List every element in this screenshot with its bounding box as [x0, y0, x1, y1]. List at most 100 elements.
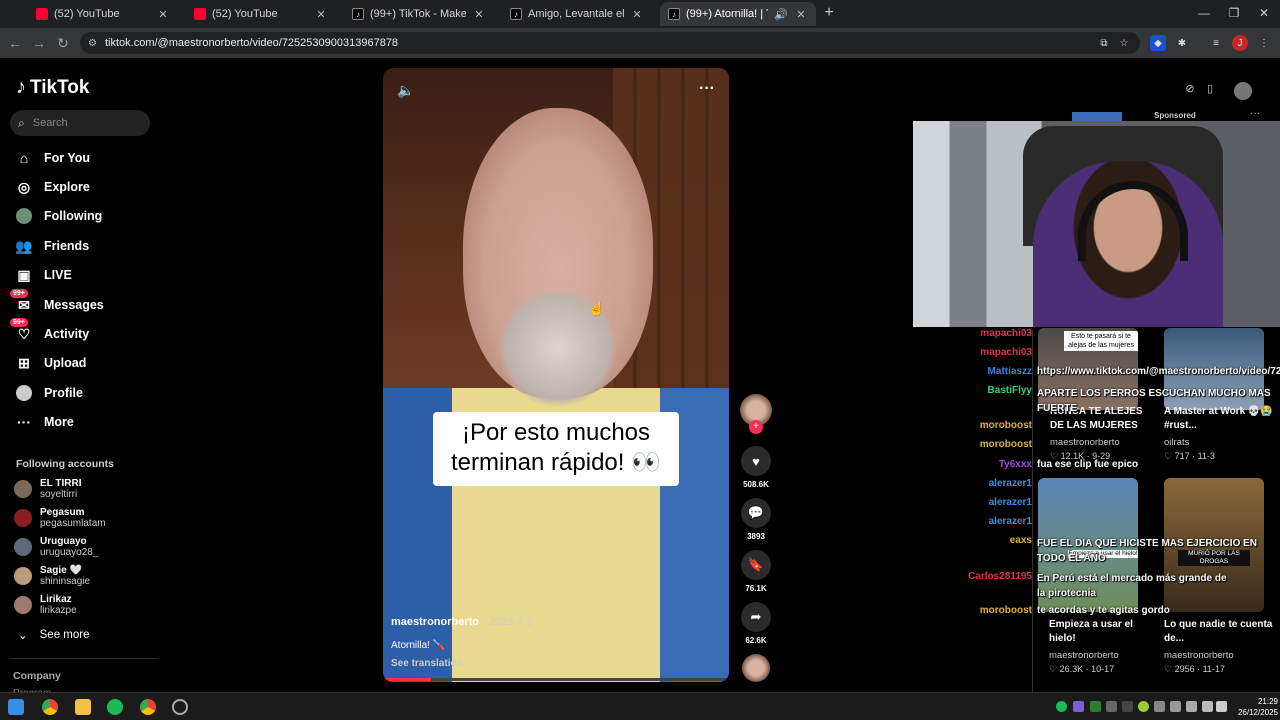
sponsored-thumbnail[interactable]	[1072, 112, 1122, 121]
activity-icon: ♡ 99+	[10, 318, 32, 342]
profile-avatar-icon[interactable]: J	[1232, 35, 1248, 51]
card-author[interactable]: maestronorberto	[1049, 650, 1119, 661]
browser-tab-active[interactable]: ♪ (99+) Atornilla! | TikTok 🔊 ✕	[660, 2, 816, 26]
restore-button[interactable]: ❐	[1222, 4, 1246, 22]
like-button[interactable]: ♥ 508.6K	[738, 446, 774, 489]
see-translation-link[interactable]: See translation	[391, 658, 463, 669]
nav-for-you[interactable]: ⌂ For You	[16, 147, 90, 169]
music-disc-icon	[742, 654, 770, 682]
card-author[interactable]: maestronorberto	[1164, 650, 1234, 661]
close-tab-icon[interactable]: ✕	[472, 8, 486, 21]
more-options-icon[interactable]: ···	[699, 80, 715, 98]
url-text[interactable]: tiktok.com/@maestronorberto/video/725253…	[105, 37, 398, 49]
media-control-icon[interactable]: ≡	[1208, 35, 1224, 51]
following-account[interactable]: EL TIRRI soyeltirri	[14, 478, 81, 500]
close-tab-icon[interactable]: ✕	[156, 8, 170, 21]
more-options-icon[interactable]: ···	[1250, 108, 1260, 119]
following-account[interactable]: Lirikaz lirikazpe	[14, 594, 77, 616]
forward-icon[interactable]: →	[30, 34, 48, 52]
divider	[1032, 330, 1033, 692]
card-author[interactable]: maestronorberto	[1050, 437, 1120, 448]
video-progress-bar[interactable]	[383, 678, 729, 681]
video-player[interactable]: 🔈 ··· ¡Por esto muchos terminan rápido! …	[383, 68, 729, 682]
nav-more[interactable]: ··· More	[16, 411, 74, 433]
close-tab-icon[interactable]: ✕	[794, 8, 808, 21]
notification-icon[interactable]	[1216, 701, 1227, 712]
nav-explore[interactable]: ◎ Explore	[16, 176, 90, 198]
follow-plus-icon[interactable]: +	[749, 420, 763, 434]
nav-messages[interactable]: ✉ 99+ Messages	[10, 289, 104, 316]
browser-tab[interactable]: (52) YouTube ✕	[28, 2, 178, 26]
following-account[interactable]: Uruguayo uruguayo28_	[14, 536, 98, 558]
share-button[interactable]: ➦ 62.6K	[738, 602, 774, 645]
save-button[interactable]: 🔖 76.1K	[738, 550, 774, 593]
nav-friends[interactable]: 👥 Friends	[15, 235, 89, 257]
chrome-active-icon[interactable]	[140, 699, 156, 715]
tray-app-icon[interactable]	[1154, 701, 1165, 712]
speaker-icon[interactable]: 🔊	[774, 8, 788, 21]
tray-app-icon[interactable]	[1138, 701, 1149, 712]
see-more-button[interactable]: ⌄ See more	[18, 628, 90, 642]
nav-activity[interactable]: ♡ 99+ Activity	[10, 318, 89, 345]
browser-tab[interactable]: ♪ (99+) TikTok - Make Your Day ✕	[344, 2, 494, 26]
chat-username: mapachi03	[980, 328, 1032, 339]
system-clock[interactable]: 21:29 26/12/2025	[1228, 696, 1278, 718]
close-window-button[interactable]: ✕	[1252, 4, 1276, 22]
company-link[interactable]: Company	[13, 670, 61, 682]
close-tab-icon[interactable]: ✕	[314, 8, 328, 21]
site-info-icon[interactable]: ⚙	[88, 38, 97, 49]
file-explorer-icon[interactable]	[75, 699, 91, 715]
browser-tab[interactable]: ♪ Amigo, Levantale el Asiento en ✕	[502, 2, 652, 26]
card-title[interactable]: Empieza a usar el hielo!	[1049, 618, 1157, 646]
discord-tray-icon[interactable]	[1106, 701, 1117, 712]
back-icon[interactable]: ←	[6, 34, 24, 52]
device-icon[interactable]: ▯	[1202, 82, 1218, 98]
nav-following[interactable]: Following	[16, 205, 102, 227]
bookmark-star-icon[interactable]: ☆	[1116, 35, 1132, 51]
close-tab-icon[interactable]: ✕	[630, 8, 644, 21]
compass-icon[interactable]: ⊘	[1182, 82, 1198, 98]
chat-username: alerazer1	[988, 497, 1032, 508]
tray-app-icon[interactable]	[1090, 701, 1101, 712]
windows-start-icon[interactable]	[8, 699, 24, 715]
menu-kebab-icon[interactable]: ⋮	[1256, 35, 1272, 51]
nav-upload[interactable]: ⊞ Upload	[16, 352, 86, 374]
profile-avatar[interactable]	[1234, 82, 1252, 100]
minimize-button[interactable]: —	[1192, 4, 1216, 22]
extension-shield-icon[interactable]: ◆	[1150, 35, 1166, 51]
search-placeholder: Search	[32, 117, 68, 129]
new-tab-button[interactable]: +	[820, 4, 838, 22]
following-account[interactable]: Sagie 🤍 shininsagie	[14, 565, 90, 587]
address-bar[interactable]: ⚙ tiktok.com/@maestronorberto/video/7252…	[80, 32, 1140, 54]
comment-button[interactable]: 💬 3893	[738, 498, 774, 541]
following-account[interactable]: Pegasum pegasumlatam	[14, 507, 106, 529]
obs-icon[interactable]	[172, 699, 188, 715]
nav-profile[interactable]: Profile	[16, 382, 83, 404]
author-avatar-button[interactable]: +	[738, 394, 774, 434]
reload-icon[interactable]: ↻	[54, 34, 72, 52]
card-title[interactable]: Lo que nadie te cuenta de...	[1164, 618, 1274, 646]
browser-tab[interactable]: (52) YouTube ✕	[186, 2, 336, 26]
network-icon[interactable]	[1170, 701, 1181, 712]
spotify-tray-icon[interactable]	[1056, 701, 1067, 712]
tiktok-logo[interactable]: ♪ TikTok	[16, 76, 89, 99]
spotify-icon[interactable]	[107, 699, 123, 715]
chat-message: APARTE LOS PERROS ESCUCHAN MUCHO MAS FUE…	[1037, 388, 1271, 414]
chat-username: mapachi03	[980, 347, 1032, 358]
tray-app-icon[interactable]	[1202, 701, 1213, 712]
nav-live[interactable]: ▣ LIVE	[16, 264, 71, 286]
video-author[interactable]: maestronorberto	[391, 616, 479, 628]
video-author-line[interactable]: maestronorberto · 2023-7-5	[391, 616, 533, 628]
music-disc-button[interactable]	[738, 654, 774, 682]
tray-chevron-icon[interactable]	[1122, 701, 1133, 712]
volume-tray-icon[interactable]	[1186, 701, 1197, 712]
extensions-puzzle-icon[interactable]: ✱	[1174, 35, 1190, 51]
card-author[interactable]: oilrats	[1164, 437, 1189, 448]
volume-icon[interactable]: 🔈	[397, 82, 414, 99]
card-stats: ♡ 26.3K · 10-17	[1049, 664, 1115, 674]
tray-app-icon[interactable]	[1073, 701, 1084, 712]
nav-label: Explore	[44, 180, 90, 194]
install-app-icon[interactable]: ⧉	[1096, 35, 1112, 51]
chrome-icon[interactable]	[42, 699, 58, 715]
search-input[interactable]: ⌕ Search	[10, 110, 150, 136]
